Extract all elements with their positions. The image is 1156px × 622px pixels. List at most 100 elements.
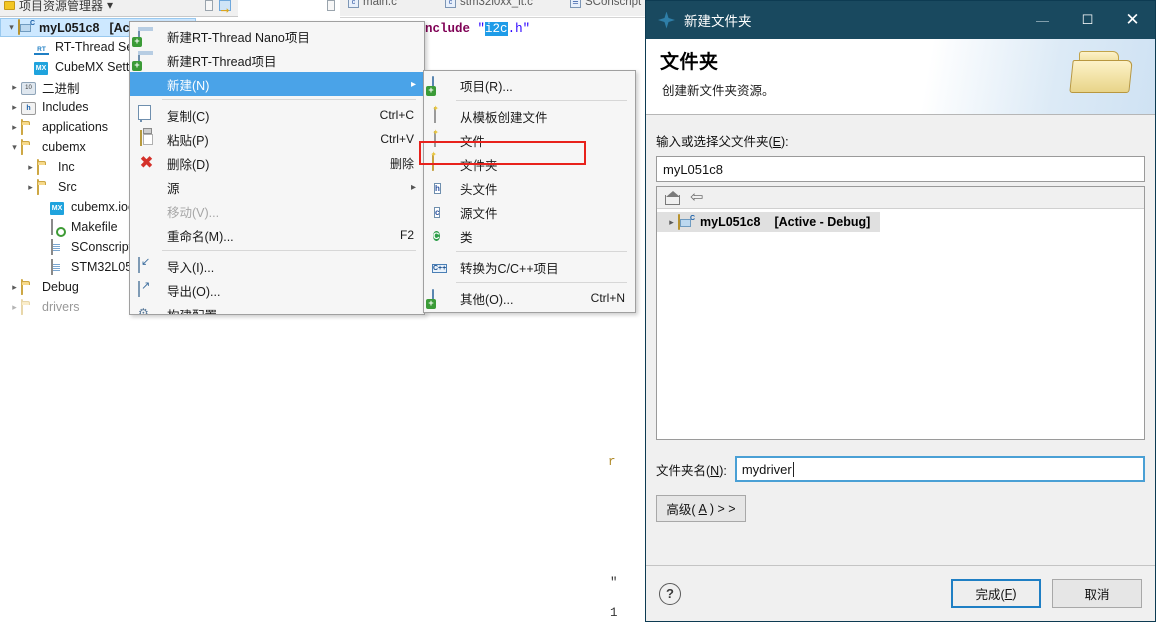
menu-item-label: 文件 xyxy=(460,134,486,149)
chevron-right-icon: ▸ xyxy=(410,78,416,90)
menu-item-label: 删除(D) xyxy=(167,157,210,172)
context-menu[interactable]: 新建RT-Thread Nano项目 新建RT-Thread项目 新建(N) ▸… xyxy=(129,21,425,315)
chevron-right-icon[interactable] xyxy=(8,282,21,293)
menu-item-accel: 删除 xyxy=(389,156,414,171)
submenu-item-file-from-template[interactable]: 从模板创建文件 xyxy=(424,104,635,128)
menu-item-source[interactable]: 源 ▸ xyxy=(130,175,424,199)
window-controls[interactable]: — ☐ ✕ xyxy=(1020,1,1155,39)
tree-item-label: Src xyxy=(58,180,77,194)
new-file-icon xyxy=(432,107,449,124)
menu-separator xyxy=(456,282,627,283)
submenu-item-other[interactable]: 其他(O)... Ctrl+N xyxy=(424,286,635,310)
code-fragment-b: " xyxy=(610,576,618,590)
submenu-item-header-file[interactable]: h 头文件 xyxy=(424,176,635,200)
home-icon[interactable] xyxy=(665,190,680,205)
close-button[interactable]: ✕ xyxy=(1110,1,1155,39)
link-editor-icon[interactable]: ➞ xyxy=(219,0,231,17)
explorer-toolbar[interactable]: ➞ xyxy=(205,0,335,17)
maximize-button[interactable]: ☐ xyxy=(1065,1,1110,39)
binary-icon: 10 xyxy=(21,80,38,95)
new-submenu[interactable]: 项目(R)... 从模板创建文件 文件 文件夹 h 头文件 c 源文件 C 类 xyxy=(423,70,636,313)
parent-folder-tree[interactable]: ⇦ myL051c8 [Active - Debug] xyxy=(656,186,1145,440)
editor-tab-stm32l0xx-it-c[interactable]: c stm32l0xx_it.c xyxy=(445,0,533,8)
minimize-button[interactable]: — xyxy=(1020,1,1065,39)
dialog-titlebar[interactable]: 新建文件夹 — ☐ ✕ xyxy=(646,1,1155,39)
menu-item-copy[interactable]: 复制(C) Ctrl+C xyxy=(130,103,424,127)
chevron-right-icon: ▸ xyxy=(410,181,416,193)
folder-icon xyxy=(21,298,38,315)
menu-item-paste[interactable]: 粘贴(P) Ctrl+V xyxy=(130,127,424,151)
chevron-down-icon[interactable] xyxy=(5,22,18,33)
menu-item-label: 新建(N) xyxy=(167,78,210,93)
explorer-tab-collapse-icon[interactable]: ▾ xyxy=(107,0,113,12)
finish-label-key: F xyxy=(1004,586,1013,601)
menu-item-label: 转换为C/C++项目 xyxy=(460,261,559,276)
chevron-right-icon[interactable] xyxy=(8,122,21,133)
folder-name-input[interactable]: mydriver xyxy=(734,456,1145,482)
parent-folder-input[interactable]: myL051c8 xyxy=(656,156,1145,182)
new-folder-icon xyxy=(432,155,449,172)
submenu-item-class[interactable]: C 类 xyxy=(424,224,635,248)
editor-tab-sconscript[interactable]: ☰ SConscript xyxy=(570,0,641,8)
chevron-down-icon[interactable] xyxy=(8,142,21,153)
menu-item-build-config[interactable]: ⚙ 构建配置 xyxy=(130,302,424,314)
project-explorer-tabstrip[interactable]: 项目资源管理器 ▾ xyxy=(0,0,238,17)
tree-toolbar[interactable]: ⇦ xyxy=(657,187,1144,209)
submenu-item-folder[interactable]: 文件夹 xyxy=(424,152,635,176)
folder-name-label-key: N xyxy=(710,463,720,478)
tree-item-label: Includes xyxy=(42,100,89,114)
editor-tab-label: stm32l0xx_it.c xyxy=(460,0,533,8)
menu-item-delete[interactable]: ✖ 删除(D) 删除 xyxy=(130,151,424,175)
menu-item-new[interactable]: 新建(N) ▸ xyxy=(130,72,424,96)
tree-rows[interactable]: myL051c8 [Active - Debug] xyxy=(657,209,1144,439)
c-file-icon: c xyxy=(348,0,359,8)
menu-item-label: 导入(I)... xyxy=(167,260,215,275)
code-fragment-c: 1 xyxy=(610,606,618,620)
submenu-item-project[interactable]: 项目(R)... xyxy=(424,73,635,97)
dialog-tree-item-suffix: [Active - Debug] xyxy=(774,215,871,229)
code-fragment-a: r xyxy=(608,455,616,469)
tree-item-label: Makefile xyxy=(71,220,118,234)
chevron-right-icon[interactable] xyxy=(24,182,37,193)
makefile-icon xyxy=(50,218,67,235)
tree-item-label: Inc xyxy=(58,160,75,174)
submenu-item-source-file[interactable]: c 源文件 xyxy=(424,200,635,224)
editor-tab-main-c[interactable]: c main.c xyxy=(348,0,397,8)
menu-item-rename[interactable]: 重命名(M)... F2 xyxy=(130,223,424,247)
new-project-icon xyxy=(432,289,449,306)
footer-buttons: 完成(F) 取消 xyxy=(951,579,1142,608)
chevron-right-icon[interactable] xyxy=(24,162,37,173)
back-arrow-icon[interactable]: ⇦ xyxy=(690,189,703,205)
menu-item-new-rtthread-nano-project[interactable]: 新建RT-Thread Nano项目 xyxy=(130,24,424,48)
header-file-icon: h xyxy=(434,183,441,194)
include-rest: .h xyxy=(507,22,523,36)
dialog-tree-item-myl051c8[interactable]: myL051c8 [Active - Debug] xyxy=(657,212,881,232)
menu-separator xyxy=(456,251,627,252)
submenu-item-convert-to-cpp[interactable]: C++ 转换为C/C++项目 xyxy=(424,255,635,279)
menu-item-new-rtthread-project[interactable]: 新建RT-Thread项目 xyxy=(130,48,424,72)
new-file-icon xyxy=(432,131,449,148)
explorer-tab-label: 项目资源管理器 xyxy=(19,0,104,13)
explorer-tab-icon xyxy=(4,0,15,10)
view-menu-icon[interactable] xyxy=(326,0,335,11)
project-icon xyxy=(18,19,35,35)
help-button[interactable]: ? xyxy=(659,582,681,605)
chevron-right-icon[interactable] xyxy=(8,82,21,93)
menu-item-label: 粘贴(P) xyxy=(167,133,209,148)
submenu-item-file[interactable]: 文件 xyxy=(424,128,635,152)
menu-item-export[interactable]: 导出(O)... xyxy=(130,278,424,302)
chevron-right-icon[interactable] xyxy=(8,102,21,113)
chevron-right-icon[interactable] xyxy=(8,302,21,313)
finish-button[interactable]: 完成(F) xyxy=(951,579,1041,608)
advanced-button[interactable]: 高级(A) > > xyxy=(656,495,746,522)
new-folder-dialog[interactable]: 新建文件夹 — ☐ ✕ 文件夹 创建新文件夹资源。 输入或选择父文件夹(E): … xyxy=(645,0,1156,622)
collapse-all-icon[interactable] xyxy=(205,0,214,11)
quote-close: " xyxy=(522,22,531,36)
editor-tab-label: SConscript xyxy=(585,0,642,8)
file-icon xyxy=(50,238,67,255)
menu-item-import[interactable]: 导入(I)... xyxy=(130,254,424,278)
dialog-body: 输入或选择父文件夹(E): myL051c8 ⇦ myL051c8 [Activ… xyxy=(646,115,1155,565)
folder-icon xyxy=(21,118,38,135)
chevron-right-icon[interactable] xyxy=(665,217,678,228)
cancel-button[interactable]: 取消 xyxy=(1052,579,1142,608)
